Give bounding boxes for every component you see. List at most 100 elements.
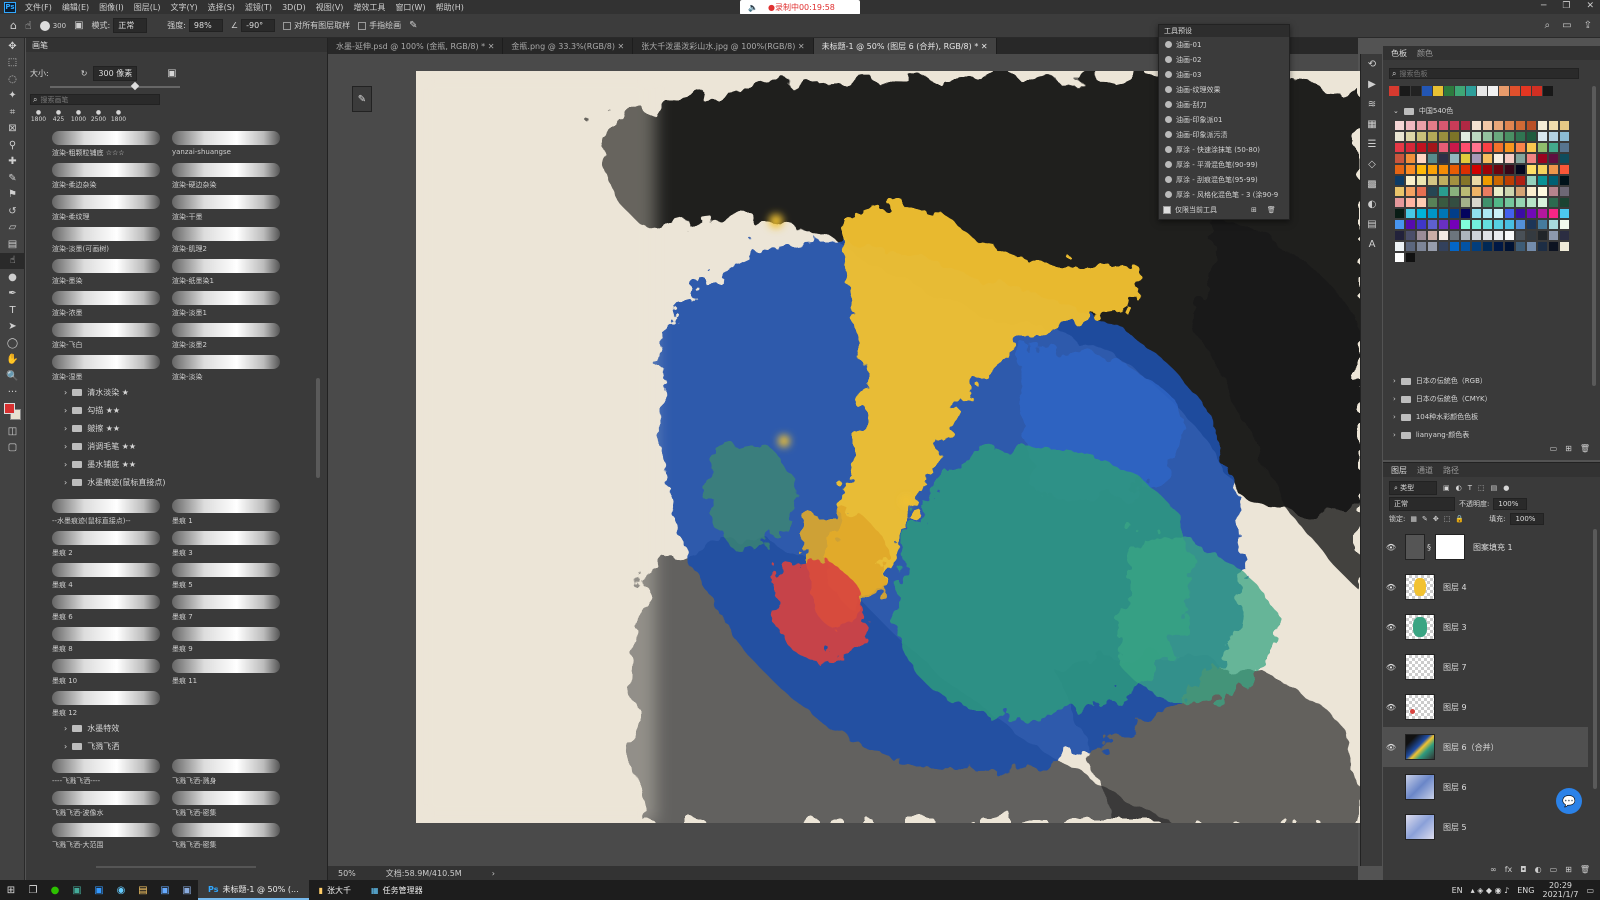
menu-layer[interactable]: 图层(L) — [129, 2, 166, 13]
adjustment-layer-icon[interactable]: ◐ — [1535, 865, 1542, 874]
swatch[interactable] — [1483, 209, 1492, 218]
swatch[interactable] — [1538, 143, 1547, 152]
swatch[interactable] — [1499, 86, 1509, 96]
brush-preset[interactable]: 渲染-柔纹理 — [48, 192, 168, 224]
swatch[interactable] — [1428, 121, 1437, 130]
menu-help[interactable]: 帮助(H) — [431, 2, 469, 13]
filter-pixel-icon[interactable]: ▣ — [1443, 484, 1450, 492]
swatch[interactable] — [1505, 143, 1514, 152]
type-tool-icon[interactable]: T — [0, 302, 25, 319]
swatch[interactable] — [1560, 154, 1569, 163]
swatch[interactable] — [1494, 242, 1503, 251]
swatch[interactable] — [1505, 165, 1514, 174]
eye-icon[interactable]: 👁 — [1383, 583, 1399, 592]
swatch[interactable] — [1549, 242, 1558, 251]
swatch[interactable] — [1395, 220, 1404, 229]
layer-row[interactable]: 图层 5 — [1383, 807, 1588, 847]
swatch[interactable] — [1527, 209, 1536, 218]
swatch[interactable] — [1417, 242, 1426, 251]
swatch[interactable] — [1428, 176, 1437, 185]
swatch[interactable] — [1527, 121, 1536, 130]
brush-preset[interactable]: 渲染-湿墨 — [48, 352, 168, 384]
brush-preset[interactable]: 渲染-淡墨2 — [168, 320, 288, 352]
home-icon[interactable]: ⌂ — [10, 19, 17, 32]
swatch[interactable] — [1538, 176, 1547, 185]
history-icon[interactable]: ⟲ — [1361, 54, 1383, 74]
size-slider[interactable] — [50, 81, 180, 91]
swatch[interactable] — [1439, 154, 1448, 163]
color-tab[interactable]: 颜色 — [1417, 48, 1433, 59]
recent-brush[interactable]: ● 1000 — [70, 109, 87, 127]
brush-settings-icon[interactable]: ▣ — [74, 20, 83, 31]
menu-file[interactable]: 文件(F) — [20, 2, 57, 13]
brush-preset[interactable]: 渲染-浓墨 — [48, 288, 168, 320]
quick-mask-icon[interactable]: ◫ — [0, 423, 25, 440]
swatch[interactable] — [1483, 121, 1492, 130]
path-selection-tool-icon[interactable]: ➤ — [0, 319, 25, 336]
new-group-icon[interactable]: ▭ — [1550, 444, 1558, 453]
swatch[interactable] — [1428, 198, 1437, 207]
paths-tab[interactable]: 路径 — [1443, 465, 1459, 476]
swatch[interactable] — [1494, 121, 1503, 130]
reset-icon[interactable]: ↻ — [81, 69, 88, 78]
brush-preset[interactable]: 墨痕 2 — [48, 528, 168, 560]
swatch[interactable] — [1400, 86, 1410, 96]
menu-filter[interactable]: 滤镜(T) — [240, 2, 277, 13]
swatch[interactable] — [1505, 176, 1514, 185]
swatch[interactable] — [1549, 209, 1558, 218]
marquee-tool-icon[interactable]: ⬚ — [0, 55, 25, 72]
swatch[interactable] — [1461, 209, 1470, 218]
fill-input[interactable]: 100% — [1510, 513, 1545, 525]
filter-shape-icon[interactable]: ⬚ — [1478, 484, 1485, 492]
swatch[interactable] — [1395, 132, 1404, 141]
swatch[interactable] — [1439, 198, 1448, 207]
tool-preset-item[interactable]: 厚涂 - 刮痕混色笔(95-99) — [1159, 172, 1289, 187]
swatch[interactable] — [1494, 209, 1503, 218]
swatch[interactable] — [1472, 198, 1481, 207]
swatch[interactable] — [1417, 209, 1426, 218]
swatch[interactable] — [1494, 198, 1503, 207]
swatch[interactable] — [1406, 143, 1415, 152]
layer-row[interactable]: 👁 图层 9 — [1383, 687, 1588, 727]
libraries-icon[interactable]: ▦ — [1361, 114, 1383, 134]
swatch[interactable] — [1417, 121, 1426, 130]
swatch[interactable] — [1549, 220, 1558, 229]
swatch[interactable] — [1417, 154, 1426, 163]
recent-brush[interactable]: ● 425 — [50, 109, 67, 127]
pen-tool-icon[interactable]: ✒ — [0, 286, 25, 303]
swatch[interactable] — [1472, 121, 1481, 130]
pressure-icon[interactable]: ✎ — [409, 20, 417, 31]
app-icon[interactable]: ▣ — [66, 880, 88, 900]
brush-preset[interactable]: --水墨痕迹(鼠标直接点)-- — [48, 496, 168, 528]
move-tool-icon[interactable]: ✥ — [0, 38, 25, 55]
blend-mode-select[interactable]: 正常 — [1389, 497, 1455, 511]
swatch[interactable] — [1417, 143, 1426, 152]
swatch[interactable] — [1417, 165, 1426, 174]
brush-settings-icon[interactable]: ≋ — [1361, 94, 1383, 114]
swatch[interactable] — [1417, 231, 1426, 240]
brush-preset[interactable]: 渲染-硬边杂染 — [168, 160, 288, 192]
swatch[interactable] — [1549, 198, 1558, 207]
brush-preset[interactable]: 飞溅飞洒-密集 — [168, 788, 288, 820]
lasso-tool-icon[interactable]: ◌ — [0, 71, 25, 88]
swatch[interactable] — [1406, 187, 1415, 196]
wechat-icon[interactable]: ● — [44, 880, 66, 900]
layer-mask-thumbnail[interactable] — [1435, 534, 1465, 560]
tool-preset-item[interactable]: 油画-印象派01 — [1159, 112, 1289, 127]
swatch[interactable] — [1417, 198, 1426, 207]
windows-start-icon[interactable]: ⊞ — [0, 880, 22, 900]
delete-layer-icon[interactable]: 🗑 — [1580, 865, 1590, 874]
swatch[interactable] — [1450, 187, 1459, 196]
swatch[interactable] — [1406, 253, 1415, 262]
swatch[interactable] — [1428, 220, 1437, 229]
swatch[interactable] — [1450, 165, 1459, 174]
doc-tab[interactable]: 水墨-延伸.psd @ 100% (金瓶, RGB/8) * ✕ — [328, 38, 504, 54]
brush-preset[interactable]: 墨痕 4 — [48, 560, 168, 592]
swatch[interactable] — [1538, 220, 1547, 229]
swatch[interactable] — [1505, 209, 1514, 218]
swatch[interactable] — [1406, 132, 1415, 141]
swatch[interactable] — [1527, 132, 1536, 141]
swatch[interactable] — [1395, 154, 1404, 163]
close-icon[interactable]: ✕ — [1586, 1, 1594, 11]
swatch[interactable] — [1560, 198, 1569, 207]
